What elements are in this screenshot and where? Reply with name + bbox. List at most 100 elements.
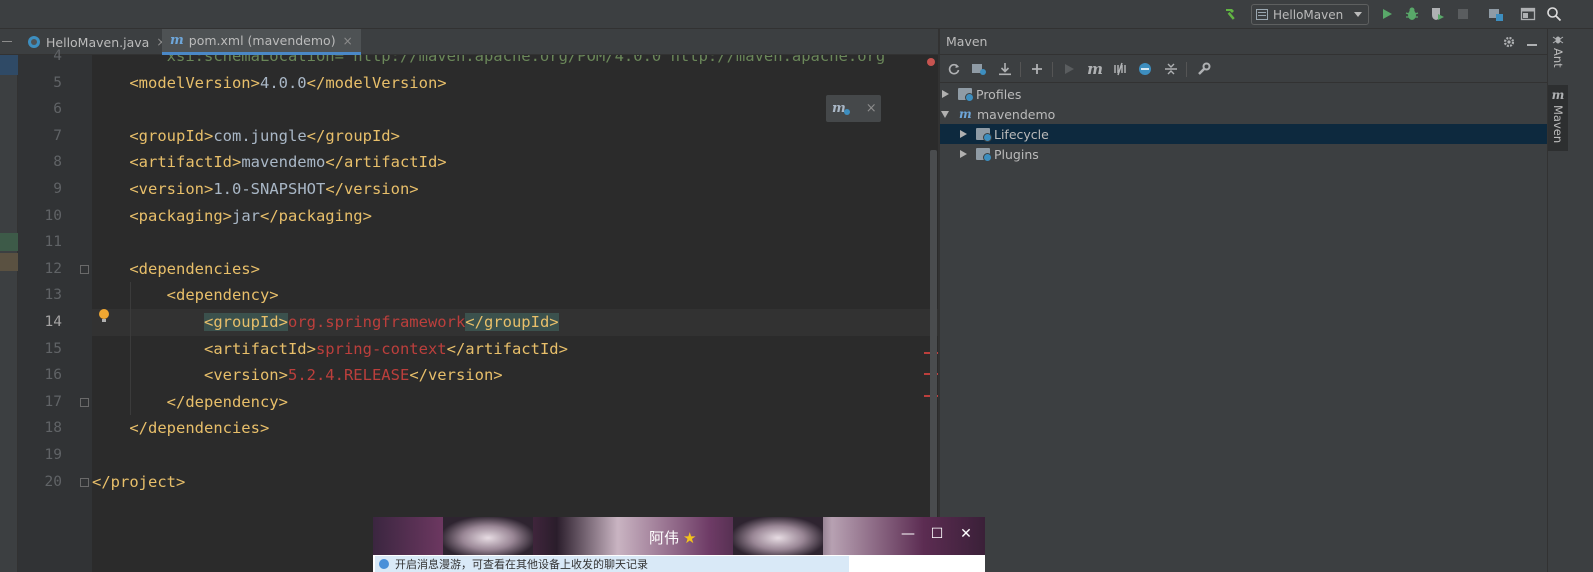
close-button[interactable]: ✕ [957,525,975,543]
expand-arrow-icon[interactable] [960,130,967,138]
coverage-icon[interactable] [1428,5,1446,23]
xml-tag: <groupId> [203,313,288,331]
maven-reload-popup[interactable]: m × [826,95,881,122]
tab-pom-xml[interactable]: m pom.xml (mavendemo) × [162,29,361,55]
project-structure-icon[interactable] [1487,5,1505,23]
debug-icon[interactable] [1403,5,1421,23]
gear-icon[interactable] [1501,34,1517,50]
code-line[interactable]: xsi:schemaLocation="http://maven.apache.… [92,55,886,70]
line-number: 10 [44,207,62,224]
code-line[interactable]: <version>1.0-SNAPSHOT</version> [92,176,418,203]
collapse-arrow-icon[interactable] [941,110,949,118]
tree-item-profiles[interactable]: Profiles [940,84,1547,104]
fold-marker-icon[interactable] [80,264,89,274]
run-configuration-selector[interactable]: HelloMaven [1251,4,1369,25]
skip-tests-icon[interactable] [1136,60,1154,78]
code-line[interactable]: <modelVersion>4.0.0</modelVersion> [92,70,447,97]
minimize-button[interactable]: — [899,525,917,543]
chat-notice[interactable]: 开启消息漫游，可查看在其他设备上收发的聊天记录 [375,556,849,572]
xml-tag: </version> [409,366,503,385]
stop-icon[interactable] [1454,5,1472,23]
code-editor[interactable]: xsi:schemaLocation="http://maven.apache.… [92,55,938,572]
execute-goal-icon[interactable]: m [1086,60,1104,78]
line-number: 14 [44,314,62,330]
code-line[interactable]: </dependency> [92,389,288,416]
maven-m-icon: m [170,33,184,48]
code-line[interactable]: <artifactId>mavendemo</artifactId> [92,149,447,176]
close-icon[interactable]: × [343,34,353,48]
maven-project-icon: m [959,107,972,121]
code-line[interactable]: <dependency> [92,282,279,309]
line-number: 9 [53,181,62,197]
xml-value: spring-context [315,339,447,358]
code-line[interactable]: <artifactId>spring-context</artifactId> [92,336,568,363]
tab-maven[interactable]: m Maven [1548,85,1568,151]
xml-value: "http://maven.apache.org/POM/4.0.0 http:… [343,55,886,65]
xml-tag: <version> [129,180,214,198]
right-tool-strip: Ant m Maven [1547,29,1593,572]
editor-scrollbar[interactable] [930,150,937,520]
xml-value: org.springframework [287,313,466,331]
xml-tag: </modelVersion> [306,73,447,92]
run-icon[interactable] [1060,60,1078,78]
close-icon[interactable]: × [866,101,877,116]
layout-icon[interactable] [1519,5,1537,23]
line-number: 7 [53,127,62,144]
code-line[interactable]: <dependencies> [92,256,260,283]
generate-sources-icon[interactable] [970,60,988,78]
download-icon[interactable] [996,60,1014,78]
xml-tag: <dependency> [166,286,279,305]
code-line[interactable]: </dependencies> [92,415,269,442]
left-tool-strip [0,55,18,572]
chat-title: 阿伟 ★ [649,527,696,548]
hammer-icon[interactable] [1223,5,1241,23]
lightbulb-icon[interactable] [99,309,109,322]
error-indicator-icon[interactable] [927,58,935,66]
fold-marker-icon[interactable] [80,397,89,407]
change-marker-added [0,233,18,251]
line-number: 19 [44,447,62,463]
search-icon[interactable] [1545,5,1563,23]
tab-ant[interactable]: Ant [1548,33,1568,79]
line-number: 6 [53,101,62,118]
expand-arrow-icon[interactable] [960,150,967,158]
xml-tag: </groupId> [306,126,400,145]
reload-icon[interactable] [945,60,963,78]
chat-window[interactable]: 阿伟 ★ — ☐ ✕ 开启消息漫游，可查看在其他设备上收发的聊天记录 [373,517,985,572]
wrench-icon[interactable] [1195,60,1213,78]
line-number: 13 [44,287,62,304]
tree-item-mavendemo[interactable]: m mavendemo [940,104,1547,124]
run-icon[interactable] [1378,5,1396,23]
maven-reload-icon[interactable]: m [832,101,850,116]
expand-arrow-icon[interactable] [942,90,949,98]
collapse-icon[interactable] [2,41,12,42]
xml-tag: <artifactId> [129,153,242,172]
editor-tabs: HelloMaven.java × m pom.xml (mavendemo) … [0,29,938,55]
ant-label: Ant [1551,48,1565,68]
line-number: 5 [53,74,62,91]
tree-item-plugins[interactable]: Plugins [940,144,1547,164]
xml-value: com.jungle [213,126,307,145]
chat-notice-strip: 开启消息漫游，可查看在其他设备上收发的聊天记录 [373,555,985,572]
fold-marker-icon[interactable] [80,477,89,487]
code-line[interactable]: <groupId>org.springframework</groupId> [92,309,559,336]
code-line[interactable]: <groupId>com.jungle</groupId> [92,123,400,150]
xml-tag: </artifactId> [325,153,447,172]
xml-value: xsi:schemaLocation= [92,55,344,65]
code-line[interactable]: <packaging>jar</packaging> [92,203,372,230]
toggle-offline-icon[interactable] [1111,60,1129,78]
maximize-button[interactable]: ☐ [928,525,946,543]
xml-tag: </artifactId> [446,339,568,358]
xml-tag: <dependencies> [129,259,260,278]
xml-tag: </dependencies> [129,419,270,438]
code-line[interactable]: </project> [92,469,185,496]
code-line[interactable]: <version>5.2.4.RELEASE</version> [92,362,503,389]
line-number-gutter: 4 5 6 7 8 9 10 11 12 13 14 15 16 17 18 19 20 [18,48,92,572]
add-icon[interactable] [1028,60,1046,78]
collapse-all-icon[interactable] [1162,60,1180,78]
minimize-icon[interactable] [1524,34,1540,50]
tree-item-lifecycle[interactable]: Lifecycle [940,124,1547,144]
